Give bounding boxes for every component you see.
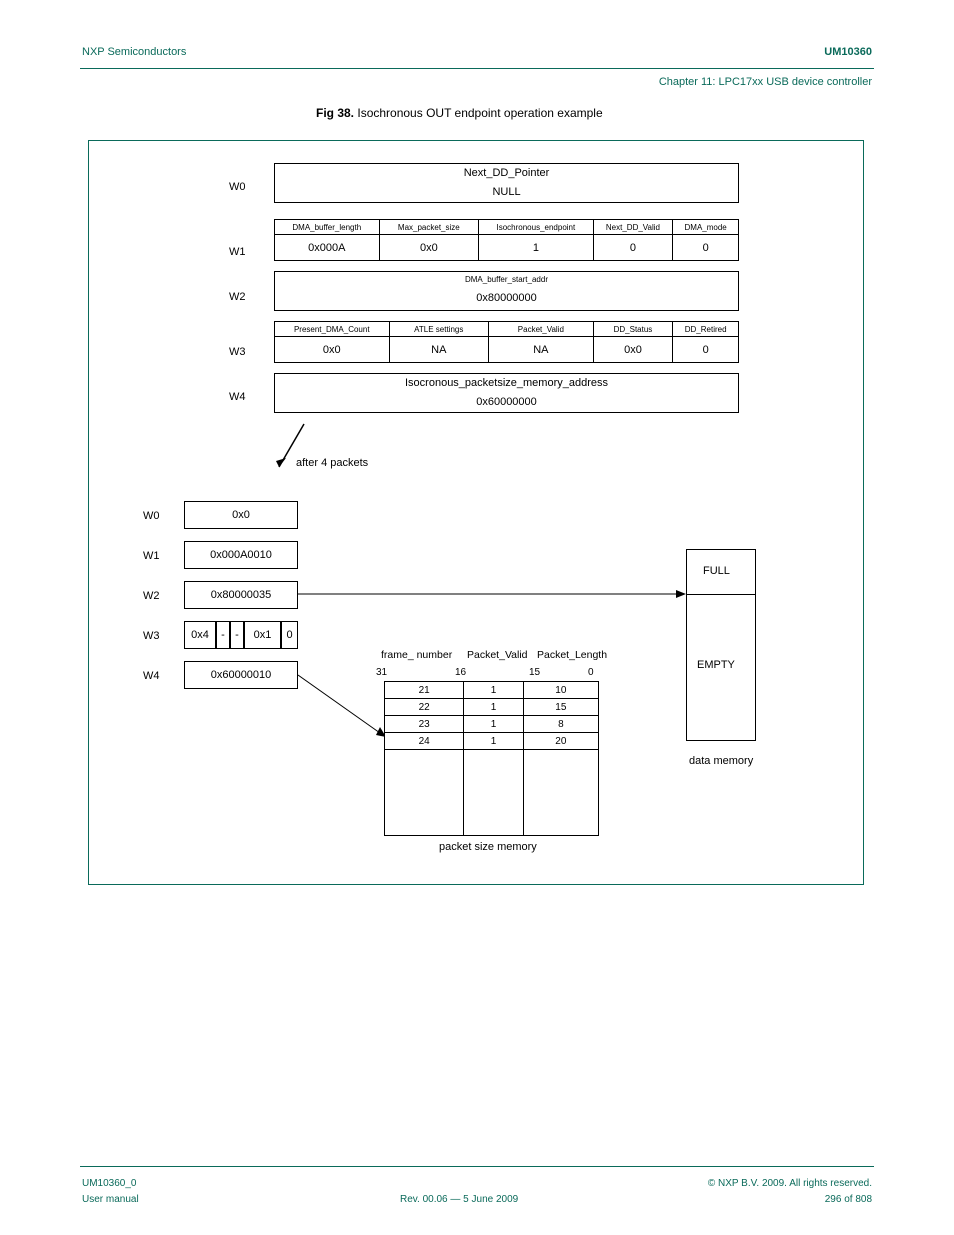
mem-caption: data memory xyxy=(689,755,753,767)
pkt-bit-15: 15 xyxy=(529,667,540,678)
pkt-r3-c0: 24 xyxy=(385,733,464,749)
pkt-r0-c0: 21 xyxy=(385,682,464,698)
header-right: UM10360 xyxy=(824,46,872,58)
after-w2: 0x80000035 xyxy=(184,581,298,609)
dd-w1-v1: 0x0 xyxy=(380,235,480,260)
w-label-a2: W2 xyxy=(229,291,246,303)
footer-line2-left: User manual xyxy=(82,1194,139,1205)
dd-w4-title: Isocronous_packetsize_memory_address xyxy=(275,374,738,392)
dd-w3-h2: Packet_Valid xyxy=(489,322,594,336)
footer-line2-right: 296 of 808 xyxy=(825,1194,872,1205)
footer-right: © NXP B.V. 2009. All rights reserved. xyxy=(708,1178,872,1189)
arrow-w2-to-mem-icon xyxy=(298,590,686,598)
dd-w0-value: NULL xyxy=(275,182,738,202)
dd-w1-h2: Isochronous_endpoint xyxy=(479,220,594,234)
w-label-a3: W3 xyxy=(229,346,246,358)
dd-w4-value: 0x60000000 xyxy=(275,392,738,412)
after-w3-3: 0x1 xyxy=(244,621,281,649)
dd-w1-v3: 0 xyxy=(594,235,674,260)
arrow-note: after 4 packets xyxy=(296,457,368,469)
dd-w3-h0: Present_DMA_Count xyxy=(275,322,390,336)
pkt-empty-area xyxy=(385,750,598,835)
dd-w4-box: Isocronous_packetsize_memory_address 0x6… xyxy=(274,373,739,413)
pkt-bit-16: 16 xyxy=(455,667,466,678)
header-rule xyxy=(80,68,874,69)
dd-w1-h1: Max_packet_size xyxy=(380,220,480,234)
pkt-r2-c1: 1 xyxy=(464,716,523,732)
dd-w2-box: DMA_buffer_start_addr 0x80000000 xyxy=(274,271,739,311)
arrow-w4-to-pkt-icon xyxy=(298,673,388,741)
dd-w2-title: DMA_buffer_start_addr xyxy=(275,272,738,286)
pkt-r2-c0: 23 xyxy=(385,716,464,732)
after-w3-4: 0 xyxy=(281,621,298,649)
after-w0: 0x0 xyxy=(184,501,298,529)
pkt-r1-c1: 1 xyxy=(464,699,523,715)
pkt-row-0: 21 1 10 xyxy=(385,682,598,699)
pkt-row-1: 22 1 15 xyxy=(385,699,598,716)
dd-w0-box: Next_DD_Pointer NULL xyxy=(274,163,739,203)
after-w4: 0x60000010 xyxy=(184,661,298,689)
dd-w3-v3: 0x0 xyxy=(594,337,674,362)
mem-empty: EMPTY xyxy=(697,659,735,671)
w-label-b1: W1 xyxy=(143,550,160,562)
after-w3-2: - xyxy=(230,621,244,649)
pkt-col-2: Packet_Length xyxy=(537,649,607,661)
pkt-col-1: Packet_Valid xyxy=(467,649,528,661)
dd-w1-v2: 1 xyxy=(479,235,594,260)
pkt-row-3: 24 1 20 xyxy=(385,733,598,750)
pkt-r0-c1: 1 xyxy=(464,682,523,698)
figure-caption: Fig 38. Isochronous OUT endpoint operati… xyxy=(316,106,603,120)
dd-w3-v1: NA xyxy=(390,337,490,362)
w-label-a1: W1 xyxy=(229,246,246,258)
dd-w3-v0: 0x0 xyxy=(275,337,390,362)
header-subtitle: Chapter 11: LPC17xx USB device controlle… xyxy=(659,76,872,88)
dd-w3-v4: 0 xyxy=(673,337,738,362)
dd-w1-h3: Next_DD_Valid xyxy=(594,220,674,234)
footer-rule xyxy=(80,1166,874,1167)
pkt-bit-0: 0 xyxy=(588,667,594,678)
pkt-r1-c0: 22 xyxy=(385,699,464,715)
figure-text: Isochronous OUT endpoint operation examp… xyxy=(357,106,602,120)
dd-w3-h1: ATLE settings xyxy=(390,322,490,336)
dd-w1-v4: 0 xyxy=(673,235,738,260)
w-label-b3: W3 xyxy=(143,630,160,642)
dd-w1-h0: DMA_buffer_length xyxy=(275,220,380,234)
dd-w3-h3: DD_Status xyxy=(594,322,674,336)
pkt-r3-c2: 20 xyxy=(524,733,598,749)
mem-full: FULL xyxy=(703,565,730,577)
dd-w0-title: Next_DD_Pointer xyxy=(275,164,738,182)
dd-w3-box: Present_DMA_Count ATLE settings Packet_V… xyxy=(274,321,739,363)
after-w3-1: - xyxy=(216,621,230,649)
header-left: NXP Semiconductors xyxy=(82,46,186,58)
pkt-r2-c2: 8 xyxy=(524,716,598,732)
arrow-down-icon xyxy=(264,419,334,479)
dd-w1-h4: DMA_mode xyxy=(673,220,738,234)
pkt-caption: packet size memory xyxy=(439,841,537,853)
pkt-col-0: frame_ number xyxy=(381,649,452,661)
pkt-row-2: 23 1 8 xyxy=(385,716,598,733)
dd-w3-v2: NA xyxy=(489,337,594,362)
dd-w1-v0: 0x000A xyxy=(275,235,380,260)
pkt-r3-c1: 1 xyxy=(464,733,523,749)
data-memory-box xyxy=(686,549,756,741)
dd-w1-box: DMA_buffer_length Max_packet_size Isochr… xyxy=(274,219,739,261)
w-label-a0: W0 xyxy=(229,181,246,193)
pkt-bit-31: 31 xyxy=(376,667,387,678)
dd-w2-value: 0x80000000 xyxy=(275,286,738,310)
figure-number: Fig 38. xyxy=(316,106,354,120)
footer-line2-center: Rev. 00.06 — 5 June 2009 xyxy=(400,1194,518,1205)
pkt-r1-c2: 15 xyxy=(524,699,598,715)
pkt-r0-c2: 10 xyxy=(524,682,598,698)
w-label-a4: W4 xyxy=(229,391,246,403)
after-w3-0: 0x4 xyxy=(184,621,216,649)
figure-frame: W0 W1 W2 W3 W4 Next_DD_Pointer NULL DMA_… xyxy=(88,140,864,885)
w-label-b0: W0 xyxy=(143,510,160,522)
dd-w3-h4: DD_Retired xyxy=(673,322,738,336)
after-w1: 0x000A0010 xyxy=(184,541,298,569)
footer-left: UM10360_0 xyxy=(82,1178,136,1189)
w-label-b2: W2 xyxy=(143,590,160,602)
packet-table: 21 1 10 22 1 15 23 1 8 24 1 20 xyxy=(384,681,599,836)
w-label-b4: W4 xyxy=(143,670,160,682)
